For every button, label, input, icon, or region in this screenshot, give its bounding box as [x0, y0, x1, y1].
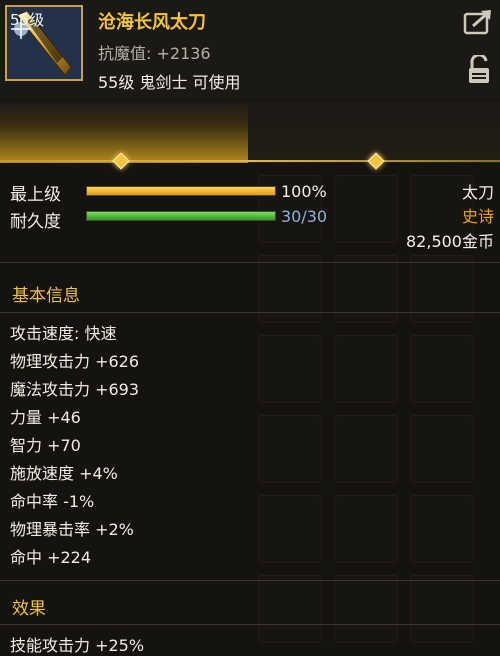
unlock-icon: [469, 53, 489, 83]
attr-line: 魔法攻击力 +693: [10, 380, 140, 399]
item-level-badge: 55级: [10, 11, 45, 29]
grade-bar-fill: [87, 187, 275, 195]
rarity-label: 史诗: [461, 207, 494, 226]
share-button[interactable]: [463, 8, 493, 36]
grade-value: 100%: [281, 182, 327, 201]
attr-line: 智力 +70: [10, 436, 81, 455]
header-glow-band: [0, 101, 248, 163]
item-name: 沧海长风太刀: [98, 12, 206, 33]
tooltip-header: 55级 沧海长风太刀 抗魔值: +2136 55级 鬼剑士 可使用: [0, 0, 500, 100]
section-divider: [0, 312, 500, 313]
attr-line: 物理暴击率 +2%: [10, 520, 134, 539]
item-requirement: 55级 鬼剑士 可使用: [98, 73, 241, 92]
section-divider: [0, 624, 500, 625]
attr-line: 力量 +46: [10, 408, 81, 427]
share-icon: [463, 10, 491, 35]
grade-label: 最上级: [10, 185, 61, 205]
sell-price: 82,500金币: [406, 232, 494, 251]
attr-line: 命中率 -1%: [10, 492, 95, 511]
effect-line: 技能攻击力 +25%: [10, 636, 145, 655]
grade-bar: [86, 186, 276, 196]
attr-line: 命中 +224: [10, 548, 92, 567]
basic-info-title: 基本信息: [12, 286, 80, 306]
section-divider: [0, 262, 500, 263]
weapon-icon: 55级: [5, 5, 83, 81]
item-tooltip-panel: 55级 沧海长风太刀 抗魔值: +2136 55级 鬼剑士 可使用 最上级 10…: [0, 0, 500, 655]
basic-info-list: 攻击速度: 快速 物理攻击力 +626 魔法攻击力 +693 力量 +46 智力…: [10, 320, 250, 572]
gold-divider: [0, 160, 500, 162]
attr-line: 物理攻击力 +626: [10, 352, 140, 371]
durability-label: 耐久度: [10, 212, 61, 232]
durability-bar: [86, 211, 276, 221]
lock-toggle-button[interactable]: [466, 53, 492, 85]
section-divider: [0, 580, 500, 581]
durability-value: 30/30: [281, 207, 328, 226]
effect-title: 效果: [12, 599, 46, 619]
weapon-type: 太刀: [461, 183, 494, 202]
attr-line: 施放速度 +4%: [10, 464, 118, 483]
attr-line: 攻击速度: 快速: [10, 324, 117, 343]
resist-value: 抗魔值: +2136: [98, 44, 211, 63]
durability-bar-fill: [87, 212, 275, 220]
